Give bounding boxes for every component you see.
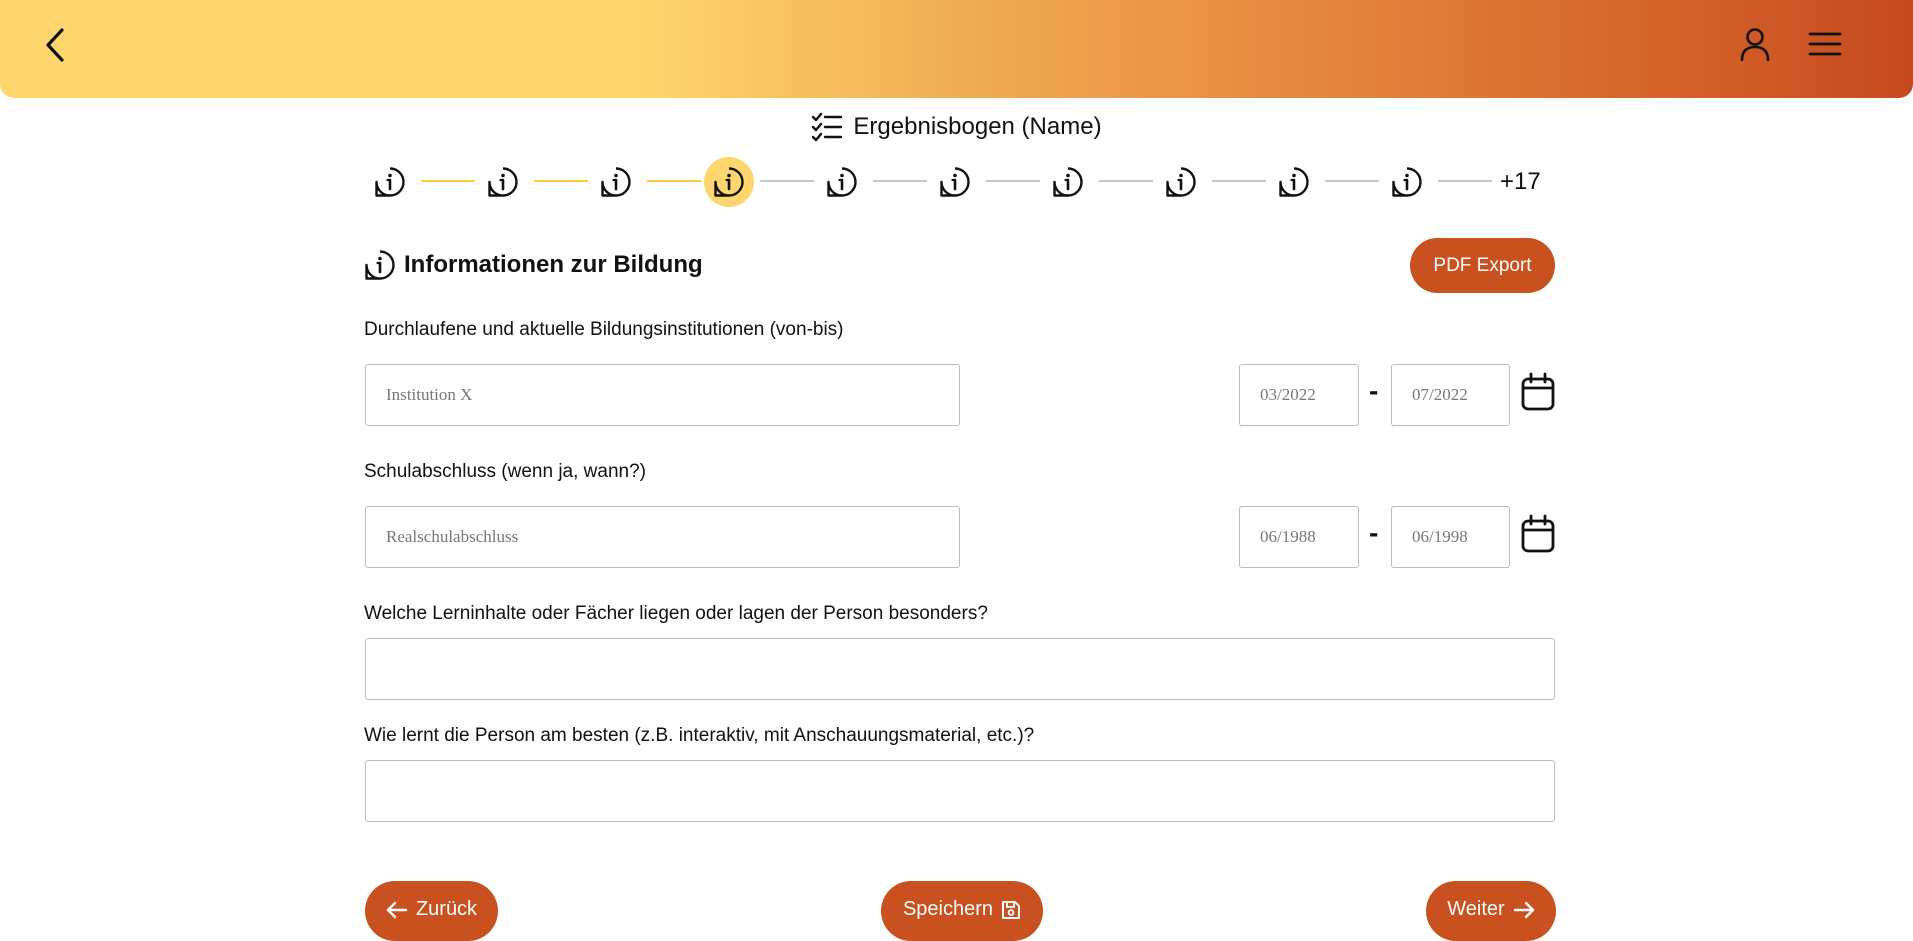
step-1[interactable] — [365, 157, 415, 207]
step-2[interactable] — [478, 157, 528, 207]
step-connector — [534, 180, 588, 182]
info-bubble-icon — [365, 250, 395, 280]
user-icon — [1740, 28, 1770, 61]
info-bubble-icon — [488, 167, 518, 197]
back-button[interactable] — [38, 22, 72, 68]
degree-from-date-input[interactable] — [1239, 506, 1359, 568]
step-connector — [760, 180, 814, 182]
more-steps-indicator[interactable]: +17 — [1500, 168, 1541, 196]
user-profile-button[interactable] — [1736, 24, 1774, 64]
step-3[interactable] — [591, 157, 641, 207]
next-nav-label: Weiter — [1447, 898, 1505, 920]
step-9[interactable] — [1269, 157, 1319, 207]
section-header: Informationen zur Bildung — [364, 249, 703, 281]
step-4[interactable] — [704, 157, 754, 207]
form-title: Ergebnisbogen (Name) — [0, 112, 1913, 142]
arrow-right-icon — [1513, 901, 1534, 919]
info-bubble-icon — [1279, 167, 1309, 197]
checklist-icon — [812, 112, 843, 142]
info-bubble-icon — [375, 167, 405, 197]
menu-button[interactable] — [1805, 24, 1845, 64]
institution-input[interactable] — [365, 364, 960, 426]
date-range-separator: - — [1369, 517, 1379, 548]
step-8[interactable] — [1156, 157, 1206, 207]
subjects-input[interactable] — [365, 638, 1555, 700]
form-title-text: Ergebnisbogen (Name) — [853, 113, 1102, 140]
step-connector — [986, 180, 1040, 182]
arrow-left-icon — [386, 901, 408, 919]
step-connector — [1212, 180, 1266, 182]
next-nav-button[interactable]: Weiter — [1426, 881, 1556, 941]
step-5[interactable] — [817, 157, 867, 207]
section-title: Informationen zur Bildung — [404, 251, 703, 278]
institution-from-date-input[interactable] — [1239, 364, 1359, 426]
degree-label: Schulabschluss (wenn ja, wann?) — [364, 461, 646, 482]
app-header — [0, 0, 1913, 98]
subjects-label: Welche Lerninhalte oder Fächer liegen od… — [364, 603, 988, 624]
info-bubble-icon — [1392, 167, 1422, 197]
degree-to-date-input[interactable] — [1391, 506, 1510, 568]
back-nav-label: Zurück — [415, 898, 478, 920]
info-bubble-icon — [827, 167, 857, 197]
institutions-label: Durchlaufene und aktuelle Bildungsinstit… — [364, 319, 844, 340]
learning-style-label: Wie lernt die Person am besten (z.B. int… — [364, 725, 1035, 746]
step-connector — [1099, 180, 1153, 182]
chevron-left-icon — [46, 28, 64, 62]
step-connector — [647, 180, 701, 182]
degree-input[interactable] — [365, 506, 960, 568]
learning-style-input[interactable] — [365, 760, 1555, 822]
step-7[interactable] — [1043, 157, 1093, 207]
step-connector — [1438, 180, 1492, 182]
step-connector — [1325, 180, 1379, 182]
institution-to-date-input[interactable] — [1391, 364, 1510, 426]
hamburger-menu-icon — [1808, 32, 1842, 56]
save-label: Speichern — [902, 898, 994, 920]
calendar-icon[interactable] — [1520, 514, 1556, 554]
step-connector — [421, 180, 475, 182]
info-bubble-icon — [714, 167, 744, 197]
info-bubble-icon — [1166, 167, 1196, 197]
step-connector — [873, 180, 927, 182]
date-range-separator: - — [1369, 375, 1379, 406]
calendar-icon[interactable] — [1520, 372, 1556, 412]
pdf-export-button[interactable]: PDF Export — [1410, 238, 1555, 293]
info-bubble-icon — [601, 167, 631, 197]
back-nav-button[interactable]: Zurück — [365, 881, 498, 941]
step-10[interactable] — [1382, 157, 1432, 207]
save-button[interactable]: Speichern — [881, 881, 1043, 941]
floppy-disk-icon — [1002, 901, 1021, 919]
info-bubble-icon — [940, 167, 970, 197]
step-6[interactable] — [930, 157, 980, 207]
info-bubble-icon — [1053, 167, 1083, 197]
